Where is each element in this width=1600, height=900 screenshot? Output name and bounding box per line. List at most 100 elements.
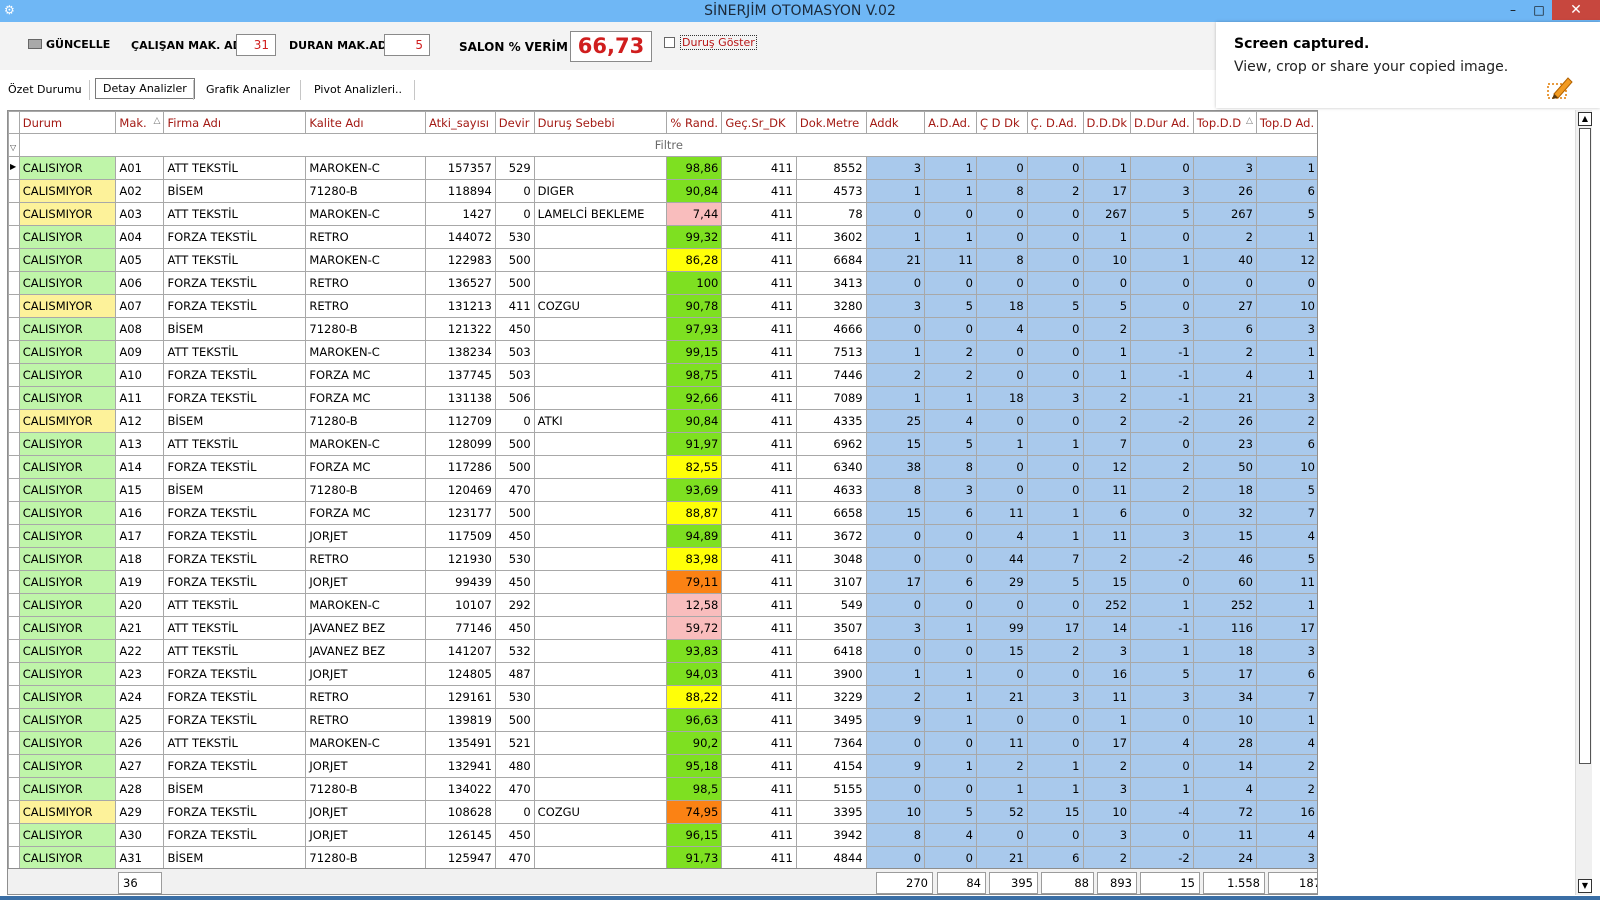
table-cell[interactable]: FORZA MC <box>305 363 426 387</box>
table-cell[interactable]: 15 <box>1082 570 1132 594</box>
table-cell[interactable]: 0 <box>975 455 1028 479</box>
table-cell[interactable]: 470 <box>494 777 535 801</box>
table-cell[interactable]: 23 <box>1192 432 1257 456</box>
table-cell[interactable]: JAVANEZ BEZ <box>305 639 426 663</box>
vertical-scrollbar[interactable]: ▲ ▼ <box>1575 110 1592 895</box>
tab-pivot-analysis[interactable]: Pivot Analizleri.. <box>307 80 409 99</box>
table-cell[interactable] <box>533 823 668 847</box>
table-cell[interactable]: A15 <box>115 478 165 502</box>
table-row[interactable]: CALISIYOR A06 FORZA TEKSTİL RETRO 136527 500 1… <box>8 271 1317 295</box>
table-cell[interactable]: 10 <box>865 800 926 824</box>
table-cell[interactable]: 139819 <box>424 708 496 732</box>
table-cell[interactable]: 411 <box>721 156 797 180</box>
table-cell[interactable]: 126145 <box>424 823 496 847</box>
table-cell[interactable]: 0 <box>1026 363 1084 387</box>
table-cell[interactable]: 1 <box>1130 639 1194 663</box>
table-cell[interactable]: 95,18 <box>666 754 723 778</box>
table-cell[interactable]: 500 <box>494 432 535 456</box>
table-cell[interactable] <box>533 754 668 778</box>
table-cell[interactable]: 252 <box>1082 593 1132 617</box>
table-cell[interactable]: FORZA TEKSTİL <box>163 662 307 686</box>
table-cell[interactable]: ATT TEKSTİL <box>163 731 307 755</box>
table-cell[interactable]: ATT TEKSTİL <box>163 340 307 364</box>
table-cell[interactable] <box>533 777 668 801</box>
table-cell[interactable]: 0 <box>975 409 1028 433</box>
table-cell[interactable]: 1 <box>865 662 926 686</box>
table-cell[interactable]: 99,15 <box>666 340 723 364</box>
table-cell[interactable]: 450 <box>494 616 535 640</box>
table-row[interactable]: CALISIYOR A28 BİSEM 71280-B 134022 470 98,5 411… <box>8 777 1317 801</box>
table-cell[interactable]: A24 <box>115 685 165 709</box>
table-cell[interactable]: 1 <box>924 708 977 732</box>
table-cell[interactable]: 411 <box>721 616 797 640</box>
table-cell[interactable]: 0 <box>1026 225 1084 249</box>
table-cell[interactable]: 4 <box>1130 731 1194 755</box>
row-indicator[interactable] <box>8 386 20 410</box>
table-cell[interactable] <box>533 685 668 709</box>
table-cell[interactable]: 480 <box>494 754 535 778</box>
table-cell[interactable]: 32 <box>1192 501 1257 525</box>
table-cell[interactable]: 121930 <box>424 547 496 571</box>
table-cell[interactable]: 0 <box>924 846 977 870</box>
table-cell[interactable]: -1 <box>1130 386 1194 410</box>
scroll-up-arrow-icon[interactable]: ▲ <box>1578 112 1592 126</box>
row-indicator[interactable] <box>8 409 20 433</box>
table-row[interactable]: CALISIYOR A30 FORZA TEKSTİL JORJET 126145 450… <box>8 823 1317 847</box>
table-cell[interactable]: RETRO <box>305 225 426 249</box>
table-cell[interactable]: 2 <box>1082 317 1132 341</box>
show-stops-checkbox[interactable] <box>664 37 675 48</box>
table-cell[interactable]: 1 <box>1082 156 1132 180</box>
table-cell[interactable]: 8 <box>924 455 977 479</box>
table-cell[interactable]: 11 <box>1082 524 1132 548</box>
table-cell[interactable]: 90,84 <box>666 409 723 433</box>
table-cell[interactable]: 91,97 <box>666 432 723 456</box>
table-cell[interactable]: 411 <box>721 777 797 801</box>
table-cell[interactable]: A30 <box>115 823 165 847</box>
table-cell[interactable]: 0 <box>1130 156 1194 180</box>
table-cell[interactable]: 0 <box>865 271 926 295</box>
table-cell[interactable]: CALISMIYOR <box>18 202 117 226</box>
table-cell[interactable]: 12,58 <box>666 593 723 617</box>
table-cell[interactable]: 549 <box>795 593 867 617</box>
table-cell[interactable]: CALISIYOR <box>18 271 117 295</box>
table-cell[interactable]: 0 <box>865 317 926 341</box>
table-cell[interactable]: 118894 <box>424 179 496 203</box>
table-cell[interactable]: 52 <box>975 800 1028 824</box>
table-cell[interactable]: 15 <box>865 432 926 456</box>
table-cell[interactable]: 0 <box>1026 731 1084 755</box>
table-row[interactable]: CALISIYOR A16 FORZA TEKSTİL FORZA MC 123177 5… <box>8 501 1317 525</box>
table-row[interactable]: CALISIYOR A21 ATT TEKSTİL JAVANEZ BEZ 77146 4… <box>8 616 1317 640</box>
table-cell[interactable]: 1 <box>924 754 977 778</box>
table-cell[interactable]: 4 <box>1192 363 1257 387</box>
table-cell[interactable]: 128099 <box>424 432 496 456</box>
table-cell[interactable]: BİSEM <box>163 317 307 341</box>
table-cell[interactable]: 0 <box>865 593 926 617</box>
table-cell[interactable]: 0 <box>865 731 926 755</box>
table-cell[interactable]: 411 <box>721 731 797 755</box>
table-cell[interactable]: 123177 <box>424 501 496 525</box>
table-cell[interactable]: COZGU <box>533 800 668 824</box>
table-cell[interactable]: 112709 <box>424 409 496 433</box>
table-cell[interactable]: ATT TEKSTİL <box>163 593 307 617</box>
table-row[interactable]: CALISIYOR A23 FORZA TEKSTİL JORJET 124805 487… <box>8 662 1317 686</box>
table-cell[interactable]: 74,95 <box>666 800 723 824</box>
table-cell[interactable]: 1 <box>924 685 977 709</box>
table-cell[interactable]: 0 <box>975 593 1028 617</box>
column-header[interactable]: Top.D Ad. <box>1255 111 1317 134</box>
table-cell[interactable]: 7 <box>1255 685 1317 709</box>
table-cell[interactable]: 21 <box>1192 386 1257 410</box>
table-cell[interactable]: RETRO <box>305 685 426 709</box>
table-row[interactable]: CALISIYOR A17 FORZA TEKSTİL JORJET 117509 450… <box>8 524 1317 548</box>
table-cell[interactable]: CALISIYOR <box>18 708 117 732</box>
table-cell[interactable]: 1 <box>1255 593 1317 617</box>
table-cell[interactable]: CALISIYOR <box>18 501 117 525</box>
column-header[interactable]: Ç D Dk <box>975 111 1028 134</box>
table-cell[interactable] <box>533 524 668 548</box>
table-cell[interactable] <box>533 846 668 870</box>
table-cell[interactable]: 90,84 <box>666 179 723 203</box>
table-cell[interactable]: CALISMIYOR <box>18 179 117 203</box>
table-row[interactable]: CALISIYOR A25 FORZA TEKSTİL RETRO 139819 500 9… <box>8 708 1317 732</box>
table-cell[interactable]: MAROKEN-C <box>305 432 426 456</box>
table-cell[interactable]: FORZA TEKSTİL <box>163 294 307 318</box>
table-cell[interactable]: 11 <box>975 501 1028 525</box>
